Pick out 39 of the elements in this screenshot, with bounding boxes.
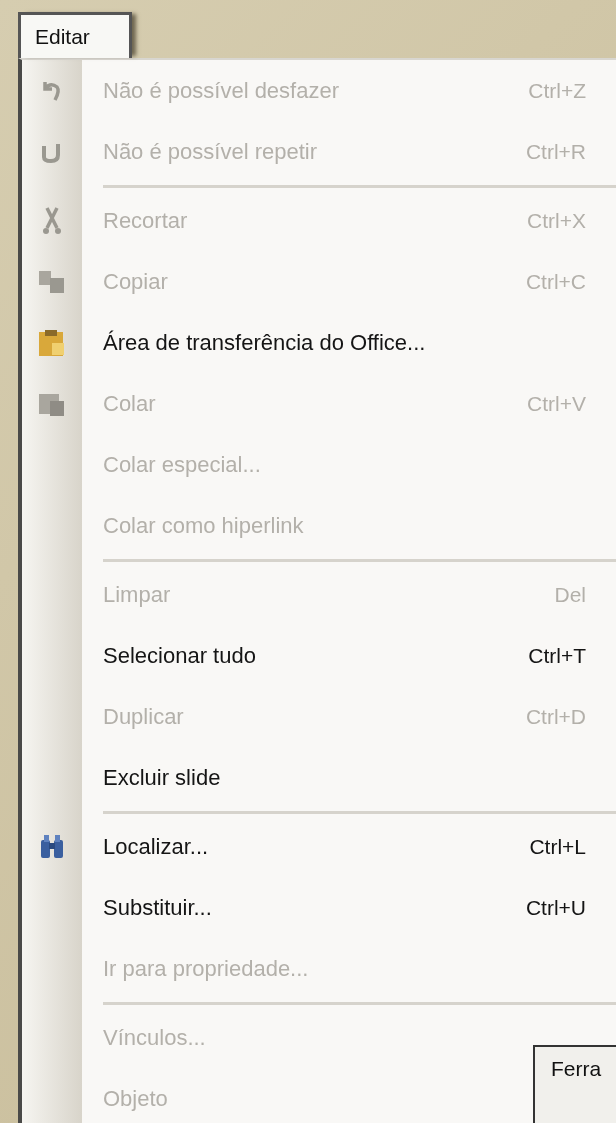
shortcut-label: Ctrl+T [528,643,587,668]
menu-item-label: Substituir... [103,894,213,921]
menu-item[interactable]: Excluir slide [22,747,616,808]
binoculars-icon [39,833,65,860]
shortcut-label: Ctrl+U [525,895,587,920]
menu-item-label: Não é possível repetir [103,138,318,165]
menu-item[interactable]: Área de transferência do Office... [22,312,616,373]
menu-title[interactable]: Editar [18,12,132,58]
menu-item-label: Copiar [103,268,169,295]
scissors-icon [42,205,62,236]
menu-item-label: Colar como hiperlink [103,512,305,539]
shortcut-label: Ctrl+X [527,208,587,233]
menu-item-label: Não é possível desfazer [103,77,341,104]
toolbar-title: Ferra [551,1057,602,1080]
menu-item-label: Limpar [103,581,172,608]
shortcut-label: Ctrl+C [525,269,587,294]
menu-item-label: Vínculos... [103,1024,207,1051]
clipboard-icon [38,328,66,357]
menu-item-label: Colar especial... [103,451,262,478]
menu-item[interactable]: Selecionar tudo Ctrl+T [22,625,616,686]
menu-item-label: Área de transferência do Office... [103,329,427,356]
menu-item[interactable]: Localizar... Ctrl+L [22,816,616,877]
shortcut-label: Ctrl+R [525,139,587,164]
menu-item-label: Duplicar [103,703,185,730]
menu-item-label: Ir para propriedade... [103,955,310,982]
copy-icon [38,268,66,295]
menu-item-label: Excluir slide [103,764,222,791]
menu-item-label: Objeto [103,1085,169,1112]
shortcut-label: Ctrl+D [525,704,587,729]
menu-item-label: Recortar [103,207,189,234]
menu-item-label: Selecionar tudo [103,642,257,669]
shortcut-label: Del [554,582,587,607]
shortcut-label: Ctrl+Z [528,78,587,103]
shortcut-label: Ctrl+L [529,834,587,859]
menu-item[interactable]: Substituir... Ctrl+U [22,877,616,938]
menu-item-label: Colar [103,390,157,417]
shortcut-label: Ctrl+V [527,391,587,416]
menu-item-label: Localizar... [103,833,210,860]
floating-toolbar-dialog[interactable]: Ferra [533,1045,616,1123]
